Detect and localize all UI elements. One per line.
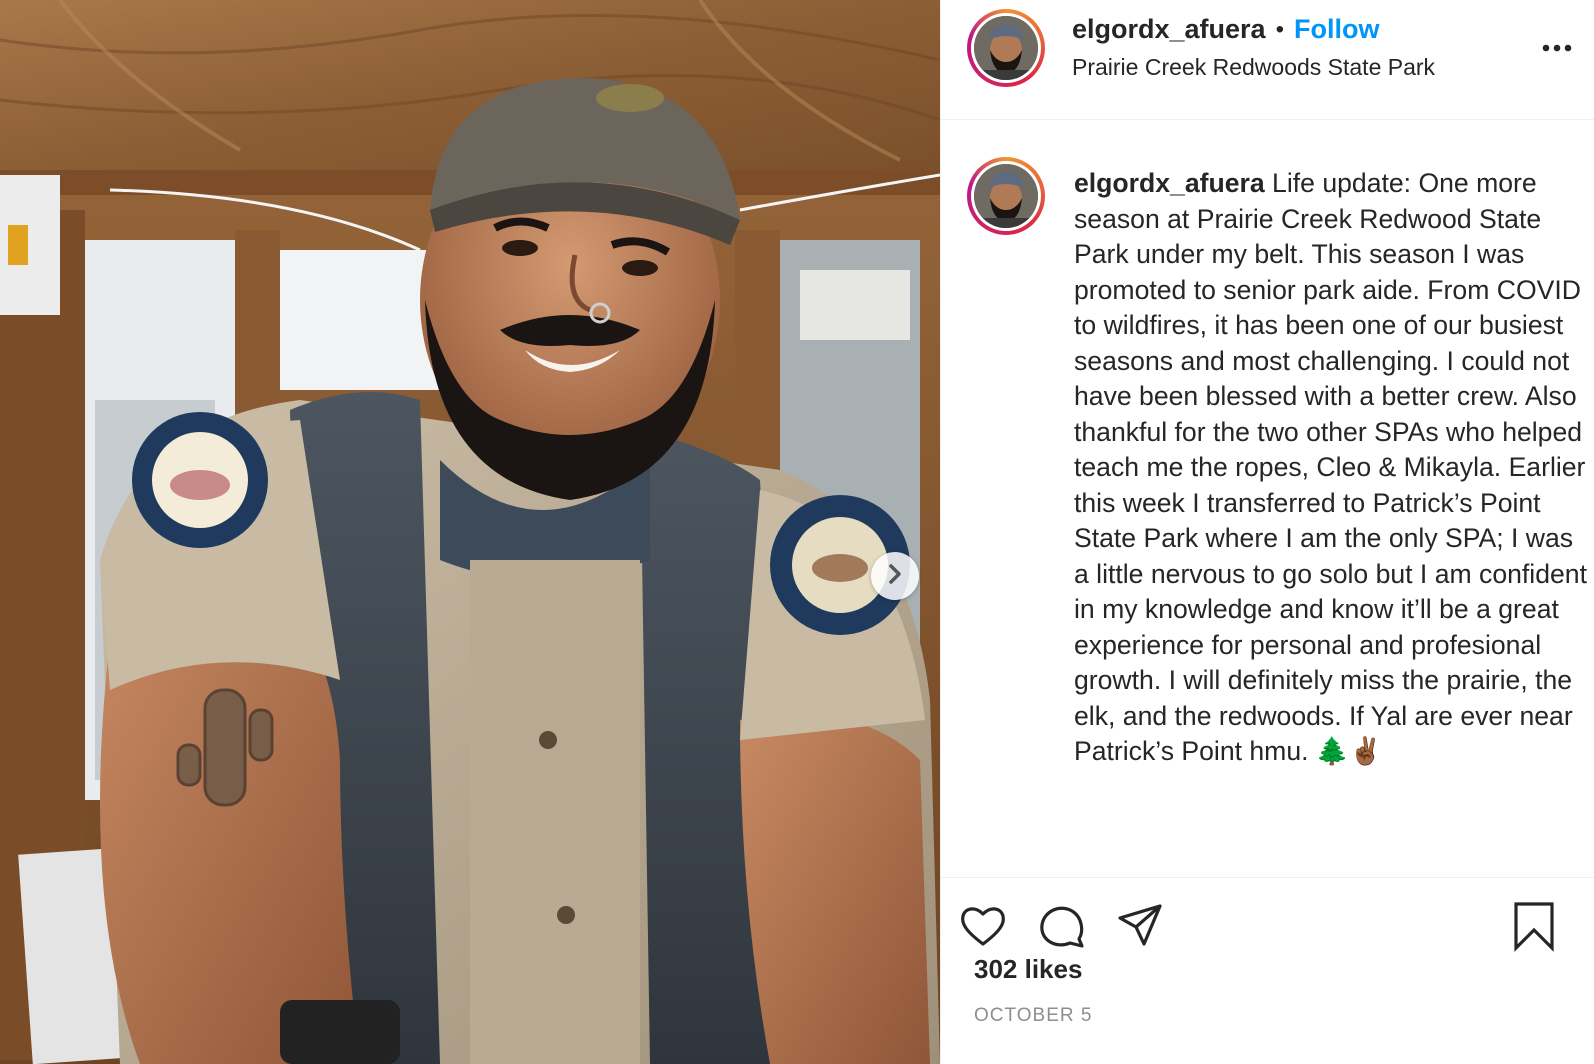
avatar-image — [974, 16, 1038, 80]
avatar-image — [974, 164, 1038, 228]
header-username[interactable]: elgordx_afuera — [1072, 14, 1266, 45]
post-caption: elgordx_afuera Life update: One more sea… — [1074, 166, 1589, 770]
more-options-icon — [1542, 39, 1572, 57]
likes-count[interactable]: 302 likes — [974, 954, 1082, 985]
share-icon — [1114, 904, 1166, 956]
header-username-row: elgordx_afuera • Follow — [1072, 14, 1379, 45]
comment-button[interactable] — [1036, 900, 1088, 952]
bookmark-icon — [1508, 902, 1560, 956]
save-button[interactable] — [1508, 900, 1560, 952]
caption-text: Life update: One more season at Prairie … — [1074, 168, 1587, 766]
like-button[interactable] — [957, 900, 1009, 952]
chevron-right-icon — [886, 563, 904, 590]
location-link[interactable]: Prairie Creek Redwoods State Park — [1072, 54, 1435, 81]
post-actions: 302 likes OCTOBER 5 — [941, 877, 1594, 1064]
follow-button[interactable]: Follow — [1294, 14, 1379, 45]
share-button[interactable] — [1114, 900, 1166, 952]
next-photo-button[interactable] — [871, 552, 919, 600]
separator-dot: • — [1275, 15, 1284, 43]
comments-section: elgordx_afuera Life update: One more sea… — [941, 121, 1594, 877]
post-header: elgordx_afuera • Follow Prairie Creek Re… — [941, 0, 1594, 120]
avatar[interactable] — [967, 9, 1045, 87]
caption-username[interactable]: elgordx_afuera — [1074, 168, 1265, 198]
post-date[interactable]: OCTOBER 5 — [974, 1005, 1092, 1027]
post-photo[interactable] — [0, 0, 940, 1064]
post-sidebar: elgordx_afuera • Follow Prairie Creek Re… — [940, 0, 1594, 1064]
more-options-button[interactable] — [1535, 28, 1579, 68]
caption-avatar[interactable] — [967, 157, 1045, 235]
post-image — [0, 0, 940, 1064]
